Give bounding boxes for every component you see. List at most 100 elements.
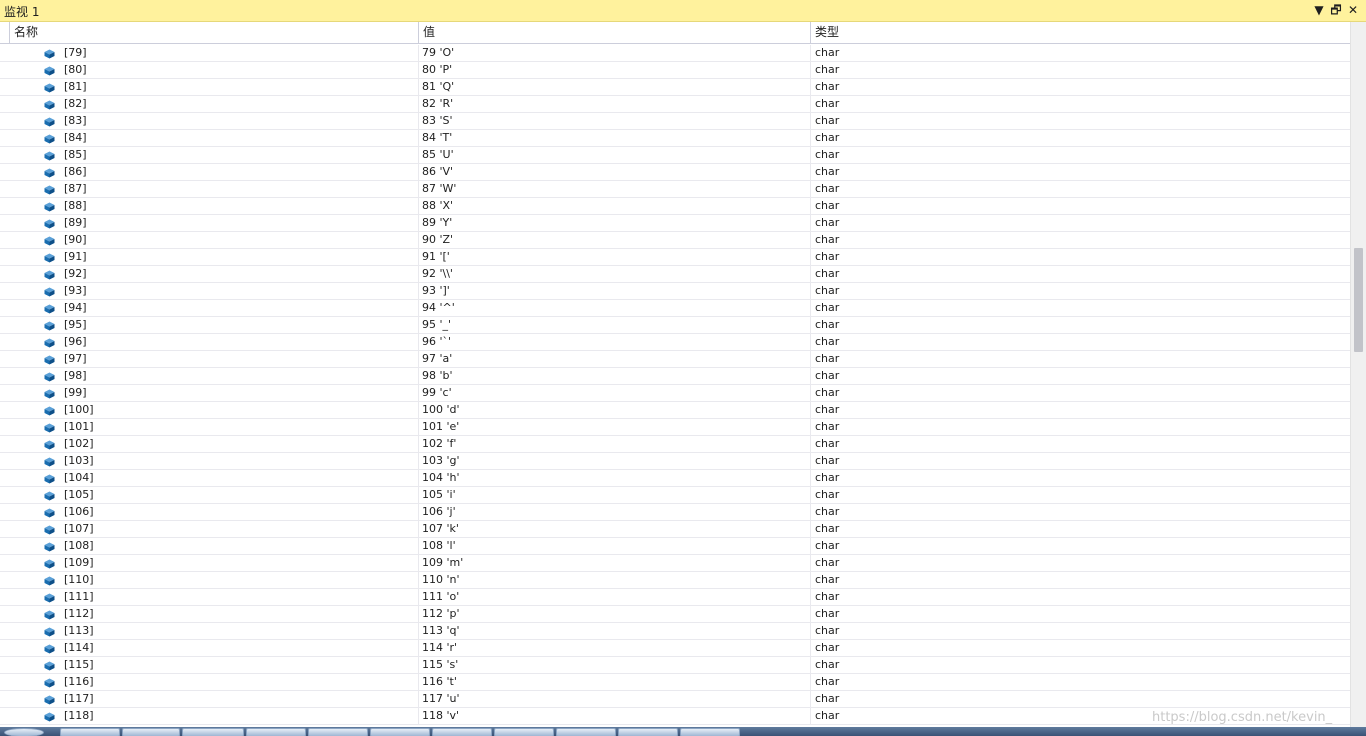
watch-row[interactable]: [97] 97 'a' char <box>0 351 1350 368</box>
name-cell[interactable]: [79] <box>44 45 418 61</box>
row-value[interactable]: 105 'i' <box>422 487 808 503</box>
row-value[interactable]: 104 'h' <box>422 470 808 486</box>
name-cell[interactable]: [105] <box>44 487 418 503</box>
name-cell[interactable]: [102] <box>44 436 418 452</box>
taskbar-item[interactable] <box>246 728 306 736</box>
watch-row[interactable]: [101] 101 'e' char <box>0 419 1350 436</box>
name-cell[interactable]: [81] <box>44 79 418 95</box>
name-cell[interactable]: [115] <box>44 657 418 673</box>
name-cell[interactable]: [106] <box>44 504 418 520</box>
row-value[interactable]: 86 'V' <box>422 164 808 180</box>
watch-row[interactable]: [92] 92 '\\' char <box>0 266 1350 283</box>
watch-row[interactable]: [107] 107 'k' char <box>0 521 1350 538</box>
taskbar-item[interactable] <box>122 728 180 736</box>
close-button[interactable]: ✕ <box>1345 2 1361 18</box>
row-value[interactable]: 93 ']' <box>422 283 808 299</box>
taskbar-item[interactable] <box>308 728 368 736</box>
row-value[interactable]: 103 'g' <box>422 453 808 469</box>
restore-button[interactable]: 🗗 <box>1328 2 1344 18</box>
watch-row[interactable]: [84] 84 'T' char <box>0 130 1350 147</box>
name-cell[interactable]: [96] <box>44 334 418 350</box>
name-cell[interactable]: [85] <box>44 147 418 163</box>
taskbar-item[interactable] <box>494 728 554 736</box>
row-value[interactable]: 118 'v' <box>422 708 808 724</box>
name-cell[interactable]: [110] <box>44 572 418 588</box>
row-value[interactable]: 80 'P' <box>422 62 808 78</box>
watch-row[interactable]: [103] 103 'g' char <box>0 453 1350 470</box>
row-value[interactable]: 85 'U' <box>422 147 808 163</box>
watch-row[interactable]: [109] 109 'm' char <box>0 555 1350 572</box>
row-value[interactable]: 102 'f' <box>422 436 808 452</box>
column-header-value[interactable]: 值 <box>418 22 810 43</box>
taskbar-item[interactable] <box>432 728 492 736</box>
watch-row[interactable]: [110] 110 'n' char <box>0 572 1350 589</box>
row-value[interactable]: 108 'l' <box>422 538 808 554</box>
watch-row[interactable]: [102] 102 'f' char <box>0 436 1350 453</box>
taskbar-item[interactable] <box>556 728 616 736</box>
name-cell[interactable]: [84] <box>44 130 418 146</box>
watch-row[interactable]: [80] 80 'P' char <box>0 62 1350 79</box>
name-cell[interactable]: [117] <box>44 691 418 707</box>
name-cell[interactable]: [92] <box>44 266 418 282</box>
row-value[interactable]: 81 'Q' <box>422 79 808 95</box>
name-cell[interactable]: [94] <box>44 300 418 316</box>
row-value[interactable]: 92 '\\' <box>422 266 808 282</box>
start-button[interactable] <box>4 728 44 736</box>
name-cell[interactable]: [103] <box>44 453 418 469</box>
watch-row[interactable]: [81] 81 'Q' char <box>0 79 1350 96</box>
name-cell[interactable]: [113] <box>44 623 418 639</box>
watch-row[interactable]: [89] 89 'Y' char <box>0 215 1350 232</box>
name-cell[interactable]: [107] <box>44 521 418 537</box>
column-header-type[interactable]: 类型 <box>810 22 1350 43</box>
watch-row[interactable]: [100] 100 'd' char <box>0 402 1350 419</box>
watch-row[interactable]: [112] 112 'p' char <box>0 606 1350 623</box>
watch-row[interactable]: [95] 95 '_' char <box>0 317 1350 334</box>
taskbar-item[interactable] <box>182 728 244 736</box>
watch-row[interactable]: [116] 116 't' char <box>0 674 1350 691</box>
name-cell[interactable]: [112] <box>44 606 418 622</box>
row-value[interactable]: 89 'Y' <box>422 215 808 231</box>
name-cell[interactable]: [98] <box>44 368 418 384</box>
watch-row[interactable]: [96] 96 '`' char <box>0 334 1350 351</box>
name-cell[interactable]: [114] <box>44 640 418 656</box>
taskbar-item[interactable] <box>60 728 120 736</box>
row-value[interactable]: 88 'X' <box>422 198 808 214</box>
row-value[interactable]: 97 'a' <box>422 351 808 367</box>
name-cell[interactable]: [90] <box>44 232 418 248</box>
row-value[interactable]: 113 'q' <box>422 623 808 639</box>
taskbar-item[interactable] <box>618 728 678 736</box>
watch-row[interactable]: [118] 118 'v' char <box>0 708 1350 725</box>
row-value[interactable]: 111 'o' <box>422 589 808 605</box>
name-cell[interactable]: [95] <box>44 317 418 333</box>
name-cell[interactable]: [88] <box>44 198 418 214</box>
name-cell[interactable]: [80] <box>44 62 418 78</box>
name-cell[interactable]: [83] <box>44 113 418 129</box>
row-value[interactable]: 110 'n' <box>422 572 808 588</box>
row-value[interactable]: 109 'm' <box>422 555 808 571</box>
watch-row[interactable]: [111] 111 'o' char <box>0 589 1350 606</box>
watch-row[interactable]: [90] 90 'Z' char <box>0 232 1350 249</box>
watch-row[interactable]: [79] 79 'O' char <box>0 45 1350 62</box>
row-value[interactable]: 83 'S' <box>422 113 808 129</box>
watch-row[interactable]: [117] 117 'u' char <box>0 691 1350 708</box>
column-header-name[interactable]: 名称 <box>9 22 418 43</box>
row-value[interactable]: 117 'u' <box>422 691 808 707</box>
row-value[interactable]: 91 '[' <box>422 249 808 265</box>
row-value[interactable]: 90 'Z' <box>422 232 808 248</box>
watch-row[interactable]: [98] 98 'b' char <box>0 368 1350 385</box>
row-value[interactable]: 87 'W' <box>422 181 808 197</box>
row-value[interactable]: 84 'T' <box>422 130 808 146</box>
row-value[interactable]: 98 'b' <box>422 368 808 384</box>
watch-row[interactable]: [86] 86 'V' char <box>0 164 1350 181</box>
row-value[interactable]: 99 'c' <box>422 385 808 401</box>
watch-row[interactable]: [108] 108 'l' char <box>0 538 1350 555</box>
dropdown-button[interactable]: ▼ <box>1311 2 1327 18</box>
name-cell[interactable]: [91] <box>44 249 418 265</box>
name-cell[interactable]: [101] <box>44 419 418 435</box>
name-cell[interactable]: [109] <box>44 555 418 571</box>
row-value[interactable]: 106 'j' <box>422 504 808 520</box>
name-cell[interactable]: [93] <box>44 283 418 299</box>
watch-row[interactable]: [104] 104 'h' char <box>0 470 1350 487</box>
watch-row[interactable]: [115] 115 's' char <box>0 657 1350 674</box>
name-cell[interactable]: [100] <box>44 402 418 418</box>
